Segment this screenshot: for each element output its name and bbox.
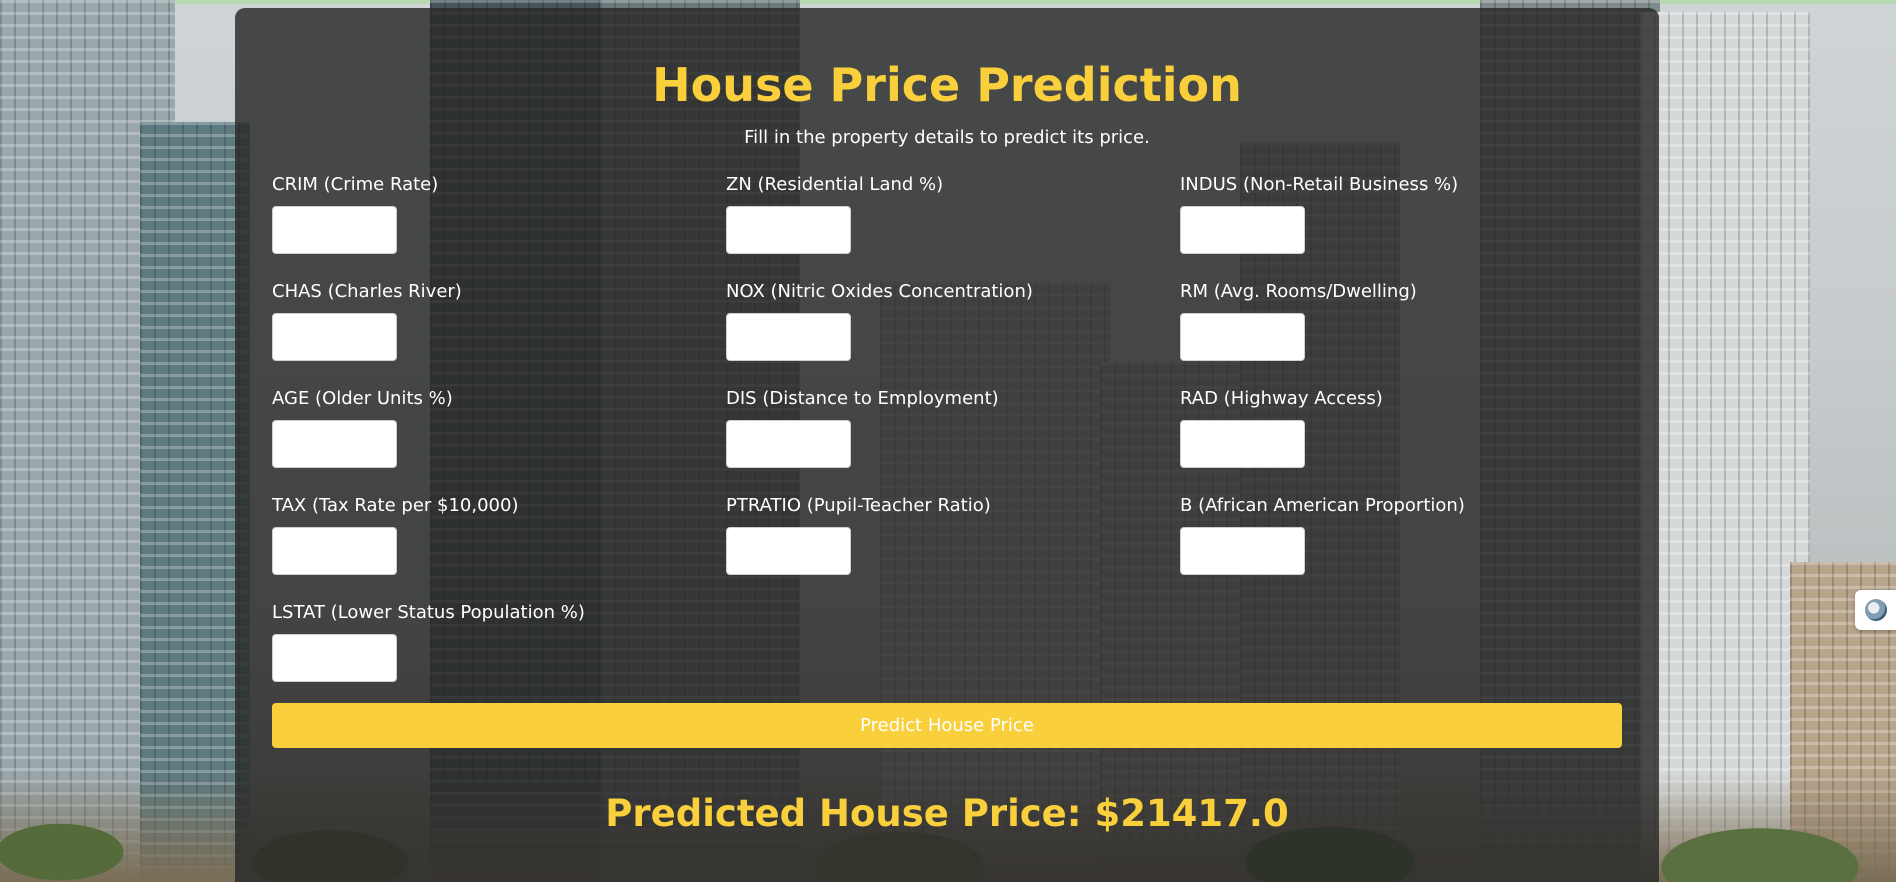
field-nox: NOX (Nitric Oxides Concentration) (726, 279, 1146, 361)
extension-badge[interactable] (1855, 590, 1896, 630)
field-label-indus: INDUS (Non-Retail Business %) (1180, 174, 1459, 195)
field-crim: CRIM (Crime Rate) (272, 172, 692, 254)
indus-input[interactable] (1180, 206, 1305, 254)
field-label-dis: DIS (Distance to Employment) (726, 388, 999, 409)
extension-icon (1864, 599, 1887, 621)
field-lstat: LSTAT (Lower Status Population %) (272, 600, 692, 682)
predict-button[interactable]: Predict House Price (272, 703, 1622, 748)
field-zn: ZN (Residential Land %) (726, 172, 1146, 254)
crim-input[interactable] (272, 206, 397, 254)
ptratio-input[interactable] (726, 527, 851, 575)
age-input[interactable] (272, 420, 397, 468)
page-title: House Price Prediction (652, 58, 1242, 112)
field-indus: INDUS (Non-Retail Business %) (1180, 172, 1600, 254)
field-label-tax: TAX (Tax Rate per $10,000) (272, 495, 519, 516)
field-rad: RAD (Highway Access) (1180, 386, 1600, 468)
dis-input[interactable] (726, 420, 851, 468)
building (140, 122, 250, 882)
prediction-panel: House Price Prediction Fill in the prope… (235, 8, 1659, 882)
field-ptratio: PTRATIO (Pupil-Teacher Ratio) (726, 493, 1146, 575)
field-label-b: B (African American Proportion) (1180, 495, 1465, 516)
field-dis: DIS (Distance to Employment) (726, 386, 1146, 468)
b-input[interactable] (1180, 527, 1305, 575)
rm-input[interactable] (1180, 313, 1305, 361)
nox-input[interactable] (726, 313, 851, 361)
page-subtitle: Fill in the property details to predict … (744, 127, 1150, 148)
field-label-rm: RM (Avg. Rooms/Dwelling) (1180, 281, 1417, 302)
field-label-age: AGE (Older Units %) (272, 388, 453, 409)
building (1640, 12, 1810, 882)
lstat-input[interactable] (272, 634, 397, 682)
field-label-chas: CHAS (Charles River) (272, 281, 462, 302)
chas-input[interactable] (272, 313, 397, 361)
field-label-ptratio: PTRATIO (Pupil-Teacher Ratio) (726, 495, 991, 516)
predicted-price: Predicted House Price: $21417.0 (605, 792, 1289, 835)
field-label-lstat: LSTAT (Lower Status Population %) (272, 602, 585, 623)
rad-input[interactable] (1180, 420, 1305, 468)
field-label-nox: NOX (Nitric Oxides Concentration) (726, 281, 1033, 302)
tax-input[interactable] (272, 527, 397, 575)
field-chas: CHAS (Charles River) (272, 279, 692, 361)
zn-input[interactable] (726, 206, 851, 254)
field-label-crim: CRIM (Crime Rate) (272, 174, 439, 195)
field-label-rad: RAD (Highway Access) (1180, 388, 1383, 409)
field-tax: TAX (Tax Rate per $10,000) (272, 493, 692, 575)
field-label-zn: ZN (Residential Land %) (726, 174, 944, 195)
field-age: AGE (Older Units %) (272, 386, 692, 468)
field-b: B (African American Proportion) (1180, 493, 1600, 575)
field-rm: RM (Avg. Rooms/Dwelling) (1180, 279, 1600, 361)
